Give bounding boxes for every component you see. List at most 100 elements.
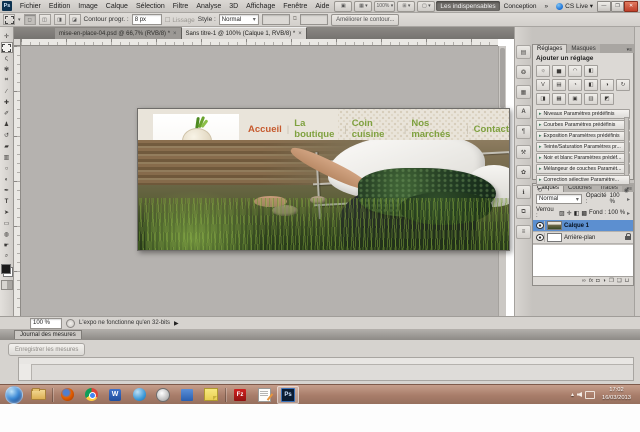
workspace-essentials-button[interactable]: Les indispensables [436, 1, 499, 11]
taskbar-chrome[interactable] [80, 386, 102, 404]
eraser-tool[interactable] [1, 141, 13, 152]
nav-contact[interactable]: Contact [474, 124, 509, 135]
arrange-documents-icon[interactable]: ⊞ ▾ [397, 1, 415, 12]
layer-visibility-toggle[interactable] [535, 233, 545, 242]
menu-3d[interactable]: 3D [225, 3, 242, 10]
invert-icon[interactable]: ◨ [536, 93, 550, 105]
add-mask-icon[interactable]: ◘ [596, 278, 599, 284]
workspace-overflow-button[interactable]: » [541, 1, 553, 11]
feather-input[interactable]: 8 px [132, 14, 162, 25]
tool-presets-panel-icon[interactable] [516, 145, 531, 159]
blend-mode-select[interactable]: Normal▾ [536, 194, 582, 204]
screen-mode-icon[interactable]: ▢ ▾ [417, 1, 435, 12]
layer-thumbnail[interactable] [547, 221, 562, 230]
subtract-selection-icon[interactable]: ◨ [54, 14, 66, 25]
color-balance-icon[interactable]: ◔ [568, 79, 582, 91]
posterize-icon[interactable]: ▦ [552, 93, 566, 105]
zoom-level-dropdown[interactable]: 100% ▾ [374, 1, 395, 12]
color-panel-icon[interactable] [516, 65, 531, 79]
type-tool[interactable] [1, 196, 13, 207]
quick-selection-tool[interactable] [1, 64, 13, 75]
layer-row-arriere-plan[interactable]: Arrière-plan [533, 232, 633, 244]
gradient-map-icon[interactable]: ▥ [584, 93, 598, 105]
brightness-contrast-icon[interactable]: ☼ [536, 65, 550, 77]
layer-visibility-toggle[interactable] [535, 221, 545, 230]
view-extras-icon[interactable]: ▦ ▾ [354, 1, 372, 12]
move-tool[interactable] [1, 31, 13, 42]
character-panel-icon[interactable] [516, 105, 531, 119]
crop-tool[interactable] [1, 75, 13, 86]
menu-filtre[interactable]: Filtre [169, 3, 193, 10]
preset-correction-selective[interactable]: ▸Correction sélective Paramètre... [536, 175, 630, 185]
style-select[interactable]: Normal▾ [219, 14, 259, 25]
tab-reglages[interactable]: Réglages [532, 44, 567, 53]
rectangular-marquee-tool[interactable] [1, 42, 13, 53]
taskbar-word[interactable]: W [104, 386, 126, 404]
menu-calque[interactable]: Calque [102, 3, 132, 10]
pen-tool[interactable] [1, 185, 13, 196]
path-selection-tool[interactable] [1, 207, 13, 218]
healing-brush-tool[interactable] [1, 97, 13, 108]
menu-affichage[interactable]: Affichage [242, 3, 279, 10]
taskbar-filezilla[interactable]: Fz [229, 386, 251, 404]
preset-melangeur[interactable]: ▸Mélangeur de couches Paramèt... [536, 164, 630, 174]
3d-rotation-tool[interactable] [1, 229, 13, 240]
close-tab-icon[interactable]: × [298, 31, 302, 37]
taskbar-messenger[interactable] [128, 386, 150, 404]
tab-masques[interactable]: Masques [567, 44, 599, 53]
nav-nos-marches[interactable]: Nos marchés [411, 118, 461, 140]
clone-stamp-tool[interactable] [1, 119, 13, 130]
swatches-panel-icon[interactable] [516, 85, 531, 99]
menu-image[interactable]: Image [74, 3, 101, 10]
gradient-tool[interactable] [1, 152, 13, 163]
menu-selection[interactable]: Sélection [132, 3, 169, 10]
close-button[interactable]: ✕ [624, 1, 638, 12]
tool-preset-marquee-icon[interactable] [3, 14, 15, 25]
taskbar-sticky-notes[interactable] [200, 386, 222, 404]
preset-noir-et-blanc[interactable]: ▸Noir et blanc Paramètres prédéf... [536, 153, 630, 163]
histogram-panel-icon[interactable] [516, 45, 531, 59]
taskbar-text-editor[interactable] [253, 386, 275, 404]
expanded-view-icon[interactable]: ⟲ [537, 187, 542, 194]
nav-coin-cuisine[interactable]: Coin cuisine [352, 118, 399, 140]
link-layers-icon[interactable]: ∞ [582, 278, 586, 284]
fill-value[interactable]: 100 % [608, 210, 625, 216]
hand-tool[interactable] [1, 240, 13, 251]
layer-style-icon[interactable]: fx [589, 278, 593, 284]
shape-tool[interactable] [1, 218, 13, 229]
cs-live-button[interactable]: CS Live ▾ [552, 1, 597, 11]
layer-name[interactable]: Calque 1 [564, 223, 589, 229]
vibrance-icon[interactable]: V [536, 79, 550, 91]
channel-mixer-icon[interactable]: ↻ [616, 79, 630, 91]
minimize-button[interactable]: — [597, 1, 611, 12]
restore-button[interactable]: ❐ [611, 1, 625, 12]
lasso-tool[interactable] [1, 53, 13, 64]
new-adjustment-icon[interactable]: ◑ [603, 278, 606, 284]
photo-filter-icon[interactable]: ◑ [600, 79, 614, 91]
zoom-tool[interactable] [1, 251, 13, 262]
add-selection-icon[interactable]: ◫ [39, 14, 51, 25]
brush-tool[interactable] [1, 108, 13, 119]
info-panel-icon[interactable] [516, 185, 531, 199]
taskbar-clock[interactable]: 17:02 16/03/2013 [598, 387, 635, 403]
quick-mask-button[interactable] [1, 280, 13, 290]
history-brush-tool[interactable] [1, 130, 13, 141]
document-image[interactable]: FERMEMARAÎCHÈRE Les 4 saisons Accueil | … [137, 108, 510, 251]
taskbar-blue-app[interactable] [176, 386, 198, 404]
hue-saturation-icon[interactable]: ▤ [552, 79, 566, 91]
preset-exposition[interactable]: ▸Exposition Paramètres prédéfinis [536, 131, 630, 141]
tool-preset-arrow-icon[interactable]: ▾ [18, 17, 21, 23]
brushes-panel-icon[interactable] [516, 165, 531, 179]
taskbar-photoshop[interactable]: Ps [277, 386, 299, 404]
menu-aide[interactable]: Aide [311, 3, 333, 10]
foreground-color-swatch[interactable] [1, 264, 11, 274]
layer-row-calque1[interactable]: Calque 1 [533, 220, 633, 232]
preset-list-scrollbar[interactable] [624, 117, 629, 176]
new-group-icon[interactable]: ❐ [609, 278, 614, 284]
layer-comps-panel-icon[interactable] [516, 225, 531, 239]
nav-accueil[interactable]: Accueil [248, 124, 282, 135]
fill-arrow-icon[interactable]: ▸ [627, 210, 630, 217]
blur-tool[interactable] [1, 163, 13, 174]
exposure-icon[interactable]: ◧ [584, 65, 598, 77]
menu-edition[interactable]: Edition [45, 3, 74, 10]
